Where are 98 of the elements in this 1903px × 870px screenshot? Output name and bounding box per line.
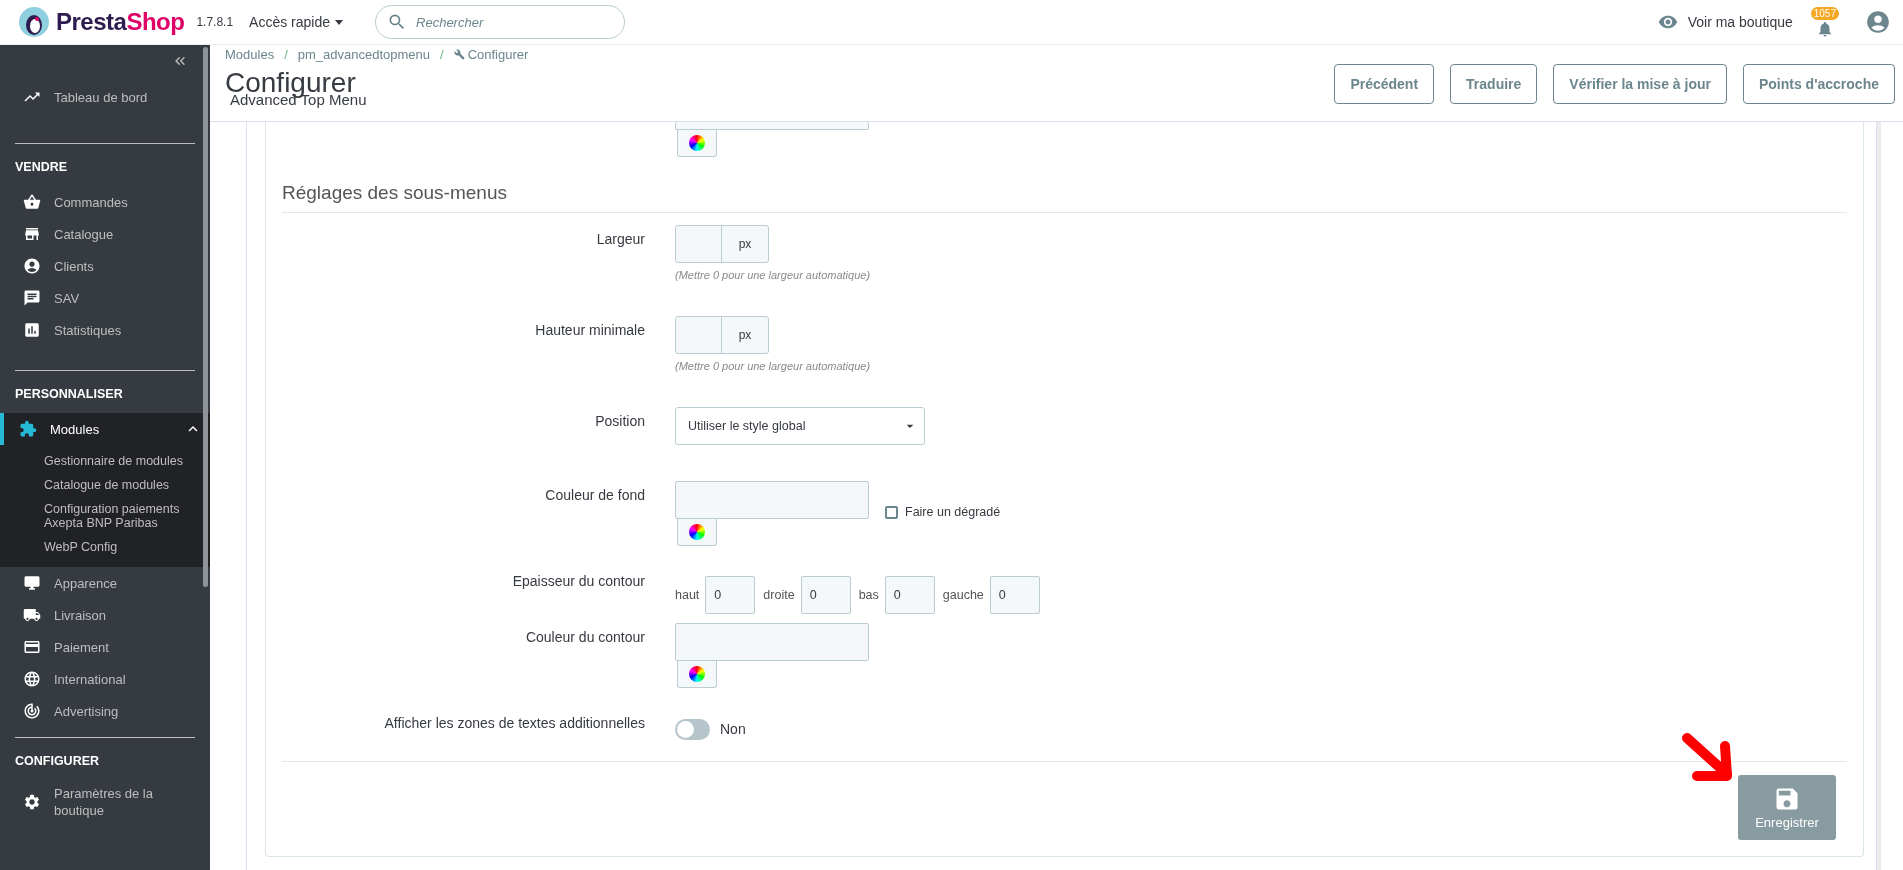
sidebar-item[interactable]: Statistiques — [4, 314, 210, 346]
version-label: 1.7.8.1 — [196, 15, 234, 29]
field-label: Couleur du contour — [524, 628, 645, 647]
target-icon — [23, 702, 41, 720]
breadcrumb-link[interactable]: Modules — [225, 47, 275, 62]
sidebar-label: Paiement — [54, 638, 110, 656]
toggle-switch[interactable] — [675, 718, 710, 740]
sidebar-item[interactable]: Tableau de bord — [4, 81, 210, 113]
breadcrumb-separator: / — [440, 47, 444, 62]
sidebar-item[interactable]: Modules — [0, 413, 210, 445]
side-label: droite — [763, 588, 795, 602]
sidebar-label: International — [54, 670, 127, 688]
submenu-item[interactable]: Configuration paiements Axepta BNP Paribas — [44, 497, 210, 535]
notification-count: 1057 — [1810, 6, 1839, 20]
truck-icon — [23, 606, 41, 624]
bar-chart-icon — [23, 321, 41, 339]
number-input[interactable]: px — [675, 225, 769, 263]
sidebar-item[interactable]: Paiement — [4, 631, 210, 663]
sidebar-label: Paramètres de la boutique — [54, 785, 154, 819]
field-label: Position — [594, 412, 645, 431]
gradient-checkbox[interactable]: Faire un dégradé — [885, 505, 1001, 519]
sidebar-label: Tableau de bord — [54, 89, 148, 105]
monitor-icon — [23, 574, 41, 592]
caret-icon — [335, 19, 344, 25]
sidebar-label: Commandes — [54, 193, 129, 211]
field-label: Largeur — [595, 230, 645, 249]
border-width-input[interactable]: 0 — [884, 576, 935, 614]
breadcrumb-link[interactable]: pm_advancedtopmenu — [297, 47, 431, 62]
color-picker-button[interactable] — [677, 519, 717, 546]
settings-icon — [23, 793, 41, 811]
toolbar-button[interactable]: Vérifier la mise à jour — [1553, 64, 1727, 104]
sidebar-item[interactable]: Paramètres de la boutique — [4, 780, 210, 824]
section-heading: Réglages des sous-menus — [282, 172, 1847, 213]
logo[interactable]: PrestaShop — [18, 6, 185, 38]
sidebar-item[interactable]: International — [4, 663, 210, 695]
user-avatar-icon[interactable] — [1865, 9, 1891, 35]
switch-state: Non — [720, 721, 746, 737]
sidebar-label: Livraison — [54, 606, 108, 624]
puzzle-icon — [19, 420, 37, 438]
person-icon — [23, 257, 41, 275]
color-picker-button[interactable] — [677, 130, 717, 157]
side-label: bas — [858, 588, 879, 602]
sidebar-item[interactable]: Clients — [4, 250, 210, 282]
sidebar-label: Catalogue — [54, 225, 115, 243]
color-wheel-icon — [689, 666, 705, 682]
sidebar-item[interactable]: Advertising — [4, 695, 210, 727]
submenu-item[interactable]: Catalogue de modules — [44, 473, 210, 497]
border-width-input[interactable]: 0 — [989, 576, 1040, 614]
field-label: Hauteur minimale — [534, 321, 645, 340]
field-hint: (Mettre 0 pour une largeur automatique) — [675, 269, 871, 281]
sidebar-item[interactable]: Commandes — [4, 186, 210, 218]
sidebar-label: Modules — [50, 420, 101, 438]
number-input[interactable]: px — [675, 316, 769, 354]
quick-access-menu[interactable]: Accès rapide — [249, 14, 344, 30]
sidebar-label: Apparence — [54, 574, 118, 592]
breadcrumb-separator: / — [284, 47, 288, 62]
sidebar-label: SAV — [54, 289, 81, 307]
position-select[interactable]: Utiliser le style global — [675, 407, 925, 445]
sidebar-item[interactable]: Apparence — [4, 567, 210, 599]
color-wheel-icon — [689, 135, 705, 151]
sidebar-item[interactable]: Livraison — [4, 599, 210, 631]
wrench-icon — [453, 49, 465, 60]
sidebar-scrollbar[interactable] — [203, 47, 208, 587]
sidebar-section-title: PERSONNALISER — [15, 387, 124, 403]
color-wheel-icon — [689, 524, 705, 540]
sidebar-section-title: VENDRE — [15, 160, 69, 176]
color-input[interactable] — [675, 481, 869, 519]
sidebar-label: Advertising — [54, 702, 120, 720]
side-label: gauche — [942, 588, 984, 602]
credit-card-icon — [23, 638, 41, 656]
field-hint: (Mettre 0 pour une largeur automatique) — [675, 360, 871, 372]
border-width-input[interactable]: 0 — [705, 576, 756, 614]
store-icon — [23, 225, 41, 243]
submenu-item[interactable]: Gestionnaire de modules — [44, 449, 210, 473]
toolbar-button[interactable]: Précédent — [1334, 64, 1435, 104]
chat-icon — [23, 289, 41, 307]
field-label: Couleur de fond — [544, 486, 645, 505]
sidebar-item[interactable]: Catalogue — [4, 218, 210, 250]
breadcrumb-link[interactable]: Configurer — [453, 47, 529, 62]
border-width-input[interactable]: 0 — [800, 576, 851, 614]
toolbar-button[interactable]: Points d'accroche — [1742, 64, 1895, 104]
field-label: Epaisseur du contour — [511, 572, 645, 591]
globe-icon — [23, 670, 41, 688]
submenu-item[interactable]: WebP Config — [44, 535, 210, 559]
color-input[interactable] — [675, 623, 869, 661]
search-field[interactable]: Rechercher — [375, 5, 626, 39]
toolbar-button[interactable]: Traduire — [1450, 64, 1538, 104]
sidebar-section-title: CONFIGURER — [15, 754, 101, 770]
color-picker-button[interactable] — [677, 661, 717, 688]
color-input[interactable] — [675, 122, 869, 130]
penguin-logo-icon — [18, 6, 50, 38]
basket-icon — [23, 193, 41, 211]
sidebar-label: Statistiques — [54, 321, 123, 339]
field-label: Afficher les zones de textes additionnelles — [383, 714, 645, 733]
sidebar-item[interactable]: SAV — [4, 282, 210, 314]
side-label: haut — [675, 588, 700, 602]
sidebar-label: Clients — [54, 257, 95, 275]
view-shop-link[interactable]: Voir ma boutique — [1657, 12, 1793, 32]
